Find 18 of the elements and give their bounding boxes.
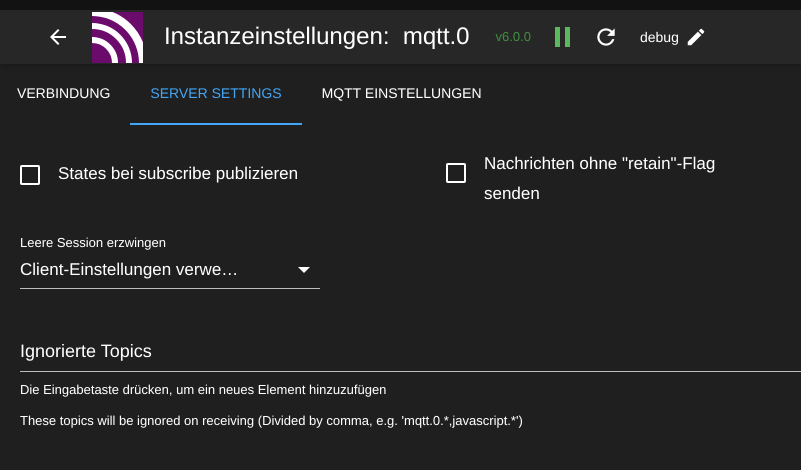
checkbox-label: States bei subscribe publizieren xyxy=(58,163,298,185)
logo-icon xyxy=(92,12,143,62)
log-level-label: debug xyxy=(640,28,679,47)
checkbox[interactable] xyxy=(446,163,466,183)
tab[interactable]: VERBINDUNG xyxy=(0,64,130,125)
topics-input-field[interactable]: Ignorierte Topics xyxy=(20,336,801,372)
checkbox-label: Nachrichten ohne "retain"-Flag senden xyxy=(484,153,716,205)
select-label: Leere Session erzwingen xyxy=(20,234,166,252)
checkbox[interactable] xyxy=(20,165,40,185)
version-label: v6.0.0 xyxy=(496,28,531,46)
tab[interactable]: MQTT EINSTELLUNGEN xyxy=(302,64,502,125)
select-field[interactable]: Client-Einstellungen verwe… xyxy=(20,252,320,288)
pause-icon[interactable] xyxy=(552,26,573,48)
helper-text: Die Eingabetaste drücken, um ein neues Element hinzuzufügen xyxy=(20,380,386,399)
hint-text: These topics will be ignored on receiving (Divided by comma, e.g. 'mqtt.0.*,javascript.*') xyxy=(20,412,523,430)
page-title: Instanzeinstellungen: mqtt.0 xyxy=(164,22,470,52)
caret-icon xyxy=(298,267,310,273)
tab[interactable]: SERVER SETTINGS xyxy=(130,64,302,125)
